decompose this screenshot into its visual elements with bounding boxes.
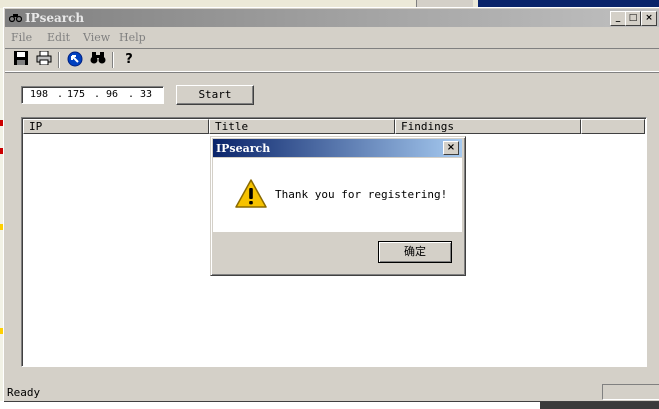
column-header-ip[interactable]: IP <box>23 119 209 134</box>
window-title: IPsearch <box>25 11 85 25</box>
toolbar: ? <box>5 48 659 72</box>
title-bar[interactable]: IPsearch _ □ × <box>5 9 659 27</box>
column-header-findings[interactable]: Findings <box>395 119 581 134</box>
print-icon[interactable] <box>34 50 54 69</box>
menu-edit[interactable]: Edit <box>47 31 70 44</box>
start-button[interactable]: Start <box>176 85 254 105</box>
menu-view[interactable]: View <box>83 31 110 44</box>
menu-file[interactable]: File <box>11 31 32 44</box>
ip-dot: . <box>128 89 135 100</box>
app-icon <box>8 12 23 23</box>
toolbar-separator <box>58 52 60 68</box>
ip-octet-1[interactable]: 198 <box>30 89 48 100</box>
ip-dot: . <box>94 89 101 100</box>
message-dialog: IPsearch × Thank you for registering! 确定 <box>210 136 466 276</box>
dialog-title-bar[interactable]: IPsearch × <box>213 139 462 157</box>
status-bar: Ready <box>5 384 659 400</box>
background-bottom <box>0 401 659 409</box>
ip-octet-4[interactable]: 33 <box>140 89 152 100</box>
binoculars-icon[interactable] <box>88 51 108 69</box>
dialog-title: IPsearch <box>216 142 271 155</box>
minimize-button[interactable]: _ <box>610 11 626 26</box>
help-icon[interactable]: ? <box>119 51 139 69</box>
close-button[interactable]: × <box>641 11 657 26</box>
toolbar-separator <box>112 52 114 68</box>
ip-octet-3[interactable]: 96 <box>106 89 118 100</box>
menu-help[interactable]: Help <box>119 31 146 44</box>
ip-dot: . <box>57 89 64 100</box>
background-dark-area <box>540 401 659 409</box>
navigate-icon[interactable] <box>65 51 85 69</box>
dialog-body: Thank you for registering! <box>213 158 462 232</box>
status-panel <box>602 384 659 400</box>
warning-icon <box>235 179 267 209</box>
status-text: Ready <box>7 386 41 399</box>
ok-button[interactable]: 确定 <box>378 241 452 263</box>
ip-octet-2[interactable]: 175 <box>67 89 85 100</box>
column-header-title[interactable]: Title <box>209 119 395 134</box>
menu-bar: File Edit View Help <box>5 28 659 46</box>
dialog-close-button[interactable]: × <box>443 141 459 155</box>
ip-address-input[interactable]: 198 . 175 . 96 . 33 <box>21 86 164 104</box>
column-header-filler <box>581 119 645 134</box>
dialog-message: Thank you for registering! <box>275 188 448 201</box>
save-icon[interactable] <box>11 51 31 69</box>
maximize-button[interactable]: □ <box>625 11 641 26</box>
